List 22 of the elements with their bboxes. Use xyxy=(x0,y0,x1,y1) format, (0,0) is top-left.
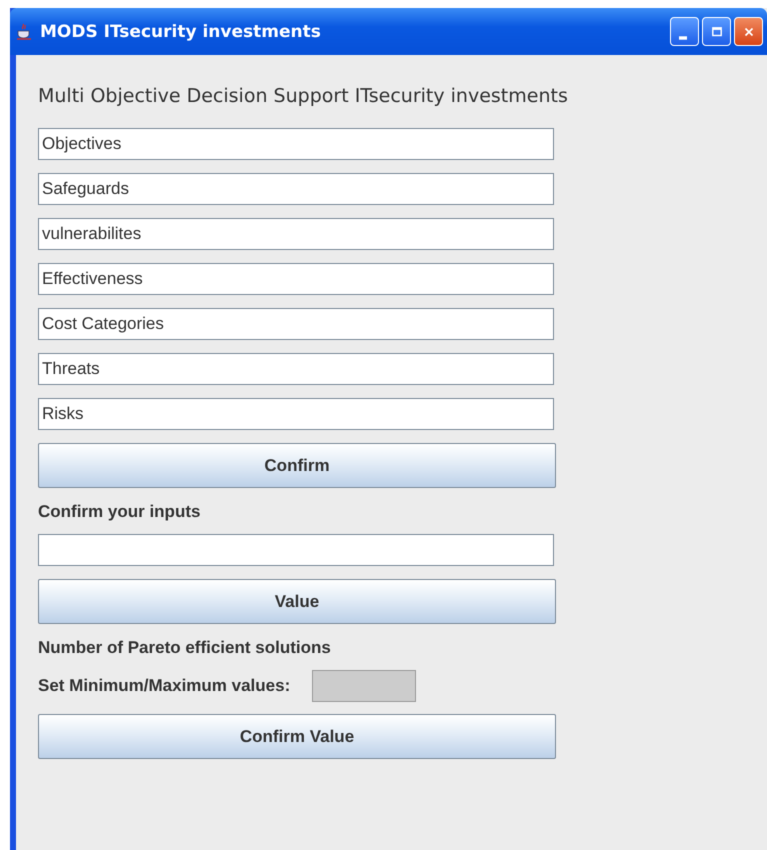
minmax-label: Set Minimum/Maximum values: xyxy=(38,676,290,696)
input-field[interactable]: Safeguards xyxy=(38,173,554,205)
maximize-icon xyxy=(710,24,724,38)
maximize-button[interactable] xyxy=(702,17,731,46)
cup-icon xyxy=(16,22,32,40)
input-field[interactable]: Objectives xyxy=(38,128,554,160)
window-title: MODS ITsecurity investments xyxy=(40,22,322,42)
close-button[interactable] xyxy=(734,17,763,46)
input-field[interactable]: Cost Categories xyxy=(38,308,554,340)
pareto-label: Number of Pareto efficient solutions xyxy=(38,638,331,658)
input-field[interactable]: Threats xyxy=(38,353,554,385)
input-field[interactable]: Effectiveness xyxy=(38,263,554,295)
confirm-button[interactable]: Confirm xyxy=(38,443,556,488)
minimize-icon xyxy=(679,36,687,40)
input-field[interactable]: Risks xyxy=(38,398,554,430)
input-field[interactable]: vulnerabilites xyxy=(38,218,554,250)
minimize-button[interactable] xyxy=(670,17,699,46)
input-field[interactable] xyxy=(38,534,554,566)
confirm-label: Confirm your inputs xyxy=(38,502,200,522)
confirm-value-button[interactable]: Confirm Value xyxy=(38,714,556,759)
app-heading: Multi Objective Decision Support ITsecurity investments xyxy=(38,85,568,107)
value-button[interactable]: Value xyxy=(38,579,556,624)
